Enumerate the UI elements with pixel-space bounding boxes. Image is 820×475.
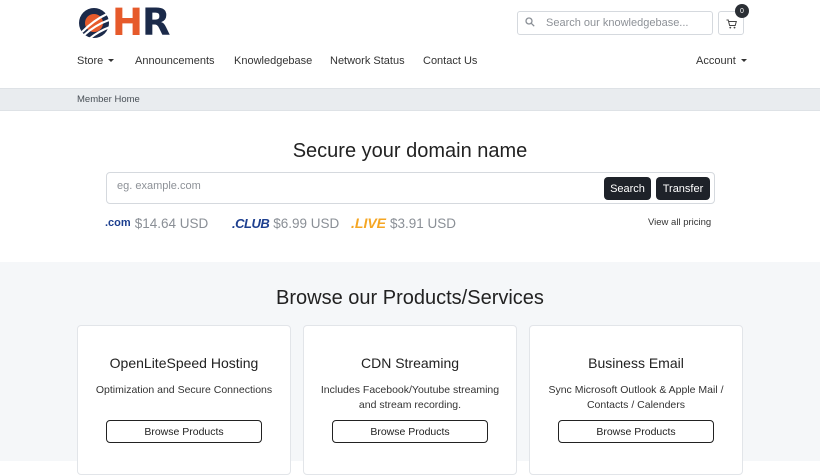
tld-com: .com $14.64 USD — [105, 213, 208, 233]
tld-pricing-row: .com $14.64 USD .CLUB $6.99 USD .LIVE $3… — [0, 213, 820, 233]
nav-store-label: Store — [77, 55, 104, 67]
tld-live: .LIVE $3.91 USD — [351, 213, 456, 233]
site-header: HR 0 Store Announcements Knowledgebase N… — [0, 0, 820, 88]
domain-search-box: Search Transfer — [106, 172, 715, 204]
product-card: OpenLiteSpeed Hosting Optimization and S… — [77, 325, 291, 475]
breadcrumb-bar: Member Home — [0, 88, 820, 111]
products-section: Browse our Products/Services OpenLiteSpe… — [0, 262, 820, 475]
logo-globe-icon — [77, 6, 111, 40]
product-card: CDN Streaming Includes Facebook/Youtube … — [303, 325, 517, 475]
nav-contact-us[interactable]: Contact Us — [423, 55, 477, 67]
product-card-description: Optimization and Secure Connections — [95, 384, 273, 396]
cart-count-badge: 0 — [735, 4, 749, 18]
chevron-down-icon — [108, 59, 115, 62]
ohr-logo[interactable]: HR — [77, 1, 170, 44]
breadcrumb: Member Home — [77, 94, 140, 105]
product-card: Business Email Sync Microsoft Outlook & … — [529, 325, 743, 475]
nav-network-status[interactable]: Network Status — [330, 55, 405, 67]
domain-search-button[interactable]: Search — [604, 177, 651, 200]
nav-account-label: Account — [696, 55, 736, 67]
logo-wordmark: HR — [112, 1, 170, 44]
product-card-title: CDN Streaming — [360, 355, 460, 371]
tld-com-price: $14.64 USD — [134, 215, 209, 231]
cart-icon — [726, 14, 737, 33]
nav-store[interactable]: Store — [77, 55, 115, 67]
nav-knowledgebase[interactable]: Knowledgebase — [234, 55, 312, 67]
domain-search-title: Secure your domain name — [292, 140, 528, 162]
product-card-description: Includes Facebook/Youtube streaming and … — [320, 384, 500, 411]
nav-announcements[interactable]: Announcements — [135, 55, 215, 67]
product-card-description: Sync Microsoft Outlook & Apple Mail / Co… — [548, 384, 724, 411]
logo-letter-h: H — [112, 1, 143, 44]
main-nav: Store Announcements Knowledgebase Networ… — [0, 55, 820, 71]
tld-club: .CLUB $6.99 USD — [232, 213, 339, 233]
tld-live-logo: .LIVE — [351, 215, 387, 231]
tld-club-price: $6.99 USD — [273, 215, 340, 231]
logo-letter-r: R — [141, 1, 170, 44]
product-card-title: OpenLiteSpeed Hosting — [109, 355, 259, 371]
view-all-pricing-link[interactable]: View all pricing — [648, 217, 711, 228]
knowledgebase-search[interactable] — [517, 11, 713, 35]
nav-account[interactable]: Account — [696, 55, 747, 67]
domain-transfer-button[interactable]: Transfer — [656, 177, 710, 200]
search-icon — [518, 16, 542, 30]
tld-live-price: $3.91 USD — [390, 215, 457, 231]
tld-club-logo: .CLUB — [232, 215, 270, 231]
browse-products-button[interactable]: Browse Products — [558, 420, 714, 443]
browse-products-button[interactable]: Browse Products — [332, 420, 488, 443]
chevron-down-icon — [740, 59, 747, 62]
tld-com-logo: .com — [105, 217, 131, 229]
product-card-title: Business Email — [588, 355, 684, 371]
browse-products-button[interactable]: Browse Products — [106, 420, 262, 443]
search-input[interactable] — [542, 17, 702, 29]
domain-input[interactable] — [117, 180, 597, 192]
products-title: Browse our Products/Services — [276, 287, 544, 309]
